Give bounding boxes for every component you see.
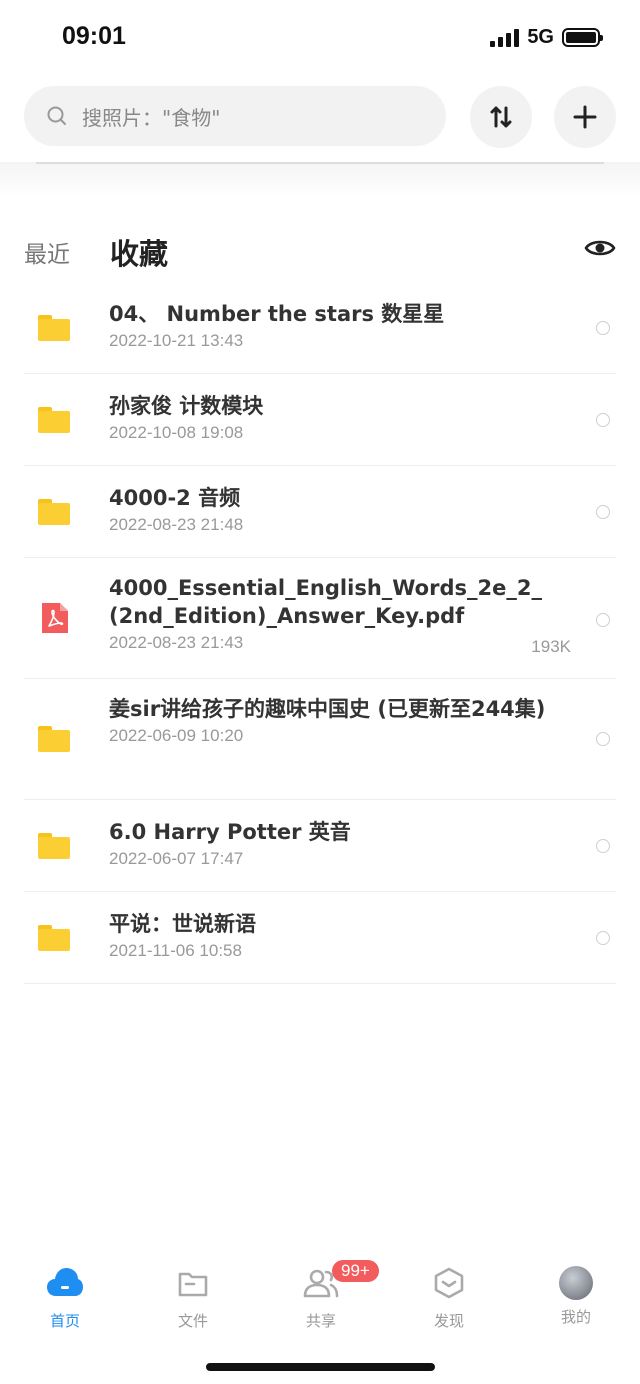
add-button[interactable]: [554, 86, 616, 148]
sort-icon: [490, 106, 512, 128]
section-tabs: 最近 收藏: [24, 228, 616, 276]
select-radio[interactable]: [596, 839, 610, 853]
nav-files[interactable]: 文件: [148, 1266, 238, 1331]
list-item[interactable]: 6.0 Harry Potter 英音 2022-06-07 17:47: [24, 800, 616, 892]
plus-icon: [573, 105, 597, 129]
nav-discover[interactable]: 发现: [404, 1266, 494, 1331]
nav-mine[interactable]: 我的: [531, 1266, 621, 1327]
select-radio[interactable]: [596, 931, 610, 945]
avatar: [559, 1266, 593, 1300]
select-radio[interactable]: [596, 505, 610, 519]
list-item[interactable]: 孙家俊 计数模块 2022-10-08 19:08: [24, 374, 616, 466]
list-item[interactable]: 4000_Essential_English_Words_2e_2_(2nd_E…: [24, 558, 616, 679]
signal-icon: [490, 28, 520, 47]
folder-icon: [38, 925, 70, 951]
nav-share-label: 共享: [305, 1312, 336, 1330]
pdf-icon: [42, 603, 68, 633]
file-date: 2022-06-07 17:47: [109, 849, 244, 868]
nav-mine-label: 我的: [560, 1308, 591, 1326]
nav-home[interactable]: 首页: [20, 1266, 110, 1331]
status-indicators: 5G: [490, 26, 603, 49]
tab-favorites[interactable]: 收藏: [110, 231, 168, 273]
file-name: 4000_Essential_English_Words_2e_2_(2nd_E…: [109, 576, 542, 628]
bottom-nav: 首页 文件 共享 99+ 发现 我的: [0, 1260, 640, 1340]
file-name: 孙家俊 计数模块: [109, 394, 264, 418]
discover-icon: [434, 1267, 464, 1299]
file-date: 2022-08-23 21:48: [109, 515, 244, 534]
folder-icon: [38, 726, 70, 752]
file-name: 04、 Number the stars 数星星: [109, 302, 445, 326]
file-date: 2022-08-23 21:43: [109, 633, 244, 652]
status-time: 09:01: [62, 22, 126, 50]
file-name: 平说：世说新语: [109, 912, 256, 936]
nav-home-label: 首页: [49, 1312, 80, 1330]
folder-outline-icon: [178, 1272, 208, 1297]
nav-files-label: 文件: [177, 1312, 208, 1330]
eye-icon[interactable]: [584, 236, 616, 260]
file-size: 193K: [531, 637, 571, 656]
header-divider: [0, 162, 640, 196]
file-name: 姜sir讲给孩子的趣味中国史 (已更新至244集): [109, 697, 546, 721]
battery-icon: [562, 28, 603, 47]
tab-recent[interactable]: 最近: [24, 235, 70, 269]
file-date: 2021-11-06 10:58: [109, 941, 242, 960]
select-radio[interactable]: [596, 613, 610, 627]
list-item[interactable]: 4000-2 音频 2022-08-23 21:48: [24, 466, 616, 558]
file-date: 2022-06-09 10:20: [109, 726, 244, 745]
nav-discover-label: 发现: [433, 1312, 464, 1330]
select-radio[interactable]: [596, 413, 610, 427]
list-item[interactable]: 平说：世说新语 2021-11-06 10:58: [24, 892, 616, 984]
file-name: 6.0 Harry Potter 英音: [109, 820, 351, 844]
file-list: 04、 Number the stars 数星星 2022-10-21 13:4…: [24, 282, 616, 984]
folder-icon: [38, 407, 70, 433]
network-type: 5G: [527, 26, 554, 48]
sort-button[interactable]: [470, 86, 532, 148]
share-badge: 99+: [332, 1260, 379, 1282]
status-bar: 09:01 5G: [0, 0, 640, 76]
list-item[interactable]: 04、 Number the stars 数星星 2022-10-21 13:4…: [24, 282, 616, 374]
cloud-icon: [47, 1268, 83, 1296]
folder-icon: [38, 315, 70, 341]
select-radio[interactable]: [596, 732, 610, 746]
folder-icon: [38, 499, 70, 525]
file-name: 4000-2 音频: [109, 486, 241, 510]
list-item[interactable]: 姜sir讲给孩子的趣味中国史 (已更新至244集) 2022-06-09 10:…: [24, 679, 616, 800]
search-placeholder: 搜照片："食物": [82, 105, 221, 130]
folder-icon: [38, 833, 70, 859]
search-icon: [47, 106, 66, 125]
search-bar[interactable]: 搜照片："食物": [24, 86, 446, 146]
select-radio[interactable]: [596, 321, 610, 335]
file-date: 2022-10-21 13:43: [109, 331, 244, 350]
home-indicator[interactable]: [206, 1363, 435, 1371]
file-date: 2022-10-08 19:08: [109, 423, 244, 442]
